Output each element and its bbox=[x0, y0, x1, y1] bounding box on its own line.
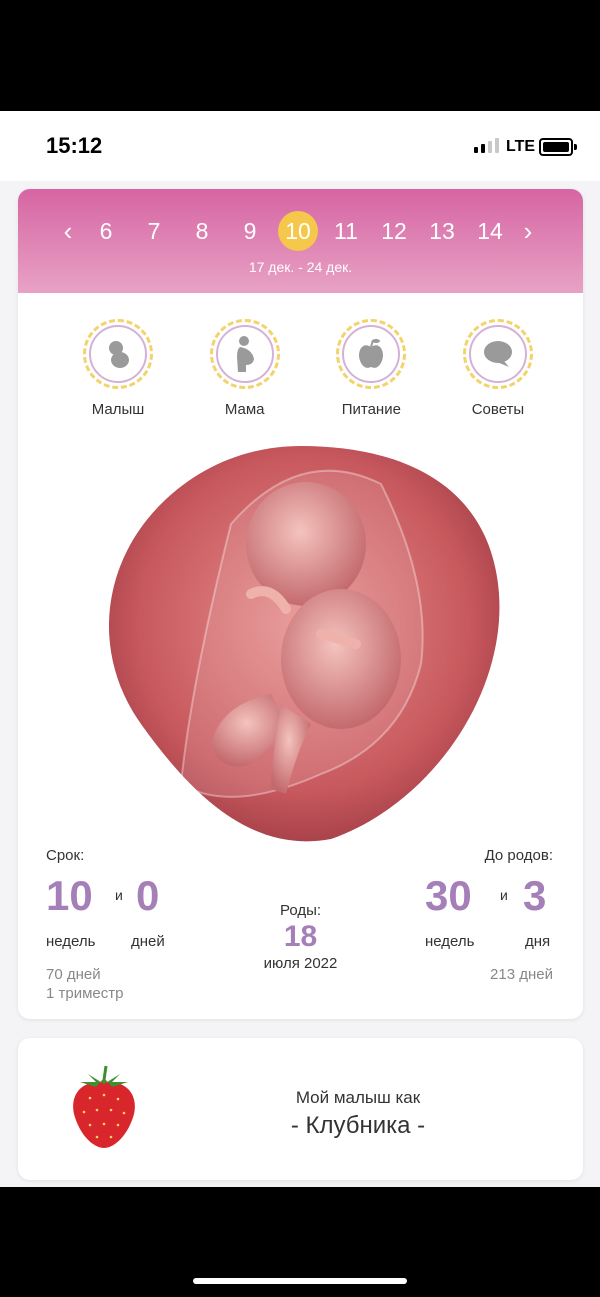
until-weeks-unit: недель bbox=[425, 933, 475, 950]
due-label: Роды: bbox=[279, 902, 322, 919]
until-days-unit: дня bbox=[525, 933, 551, 950]
category-label: Советы bbox=[471, 401, 525, 418]
week-item[interactable]: 12 bbox=[374, 211, 414, 251]
baby-icon bbox=[83, 319, 153, 389]
term-label: Срок: bbox=[46, 847, 85, 864]
until-and: и bbox=[500, 887, 508, 903]
term-weeks-unit: недель bbox=[46, 933, 96, 950]
category-baby[interactable]: Малыш bbox=[68, 319, 168, 419]
term-and: и bbox=[115, 887, 123, 903]
app-screen: 15:12 LTE ‹ 6 7 8 9 10 11 12 13 14 › 17 … bbox=[0, 111, 600, 1187]
week-item[interactable]: 7 bbox=[134, 211, 174, 251]
until-days-value: 3 bbox=[523, 872, 547, 919]
week-item[interactable]: 6 bbox=[86, 211, 126, 251]
week-selector: ‹ 6 7 8 9 10 11 12 13 14 › bbox=[58, 211, 538, 251]
category-label: Мама bbox=[224, 401, 265, 418]
status-bar: 15:12 LTE bbox=[0, 111, 600, 181]
category-row: Малыш Мама Питание Советы bbox=[68, 319, 548, 419]
network-type: LTE bbox=[506, 138, 536, 155]
due-day: 18 bbox=[283, 920, 318, 953]
week-header: ‹ 6 7 8 9 10 11 12 13 14 › 17 дек. - 24 … bbox=[18, 189, 583, 293]
speech-bubble-icon bbox=[462, 319, 533, 389]
pregnant-woman-icon bbox=[209, 319, 280, 389]
week-item[interactable]: 13 bbox=[422, 211, 462, 251]
term-days-unit: дней bbox=[131, 933, 165, 950]
week-card: ‹ 6 7 8 9 10 11 12 13 14 › 17 дек. - 24 … bbox=[18, 189, 583, 1019]
category-tips[interactable]: Советы bbox=[448, 319, 548, 419]
fruit-size-card[interactable]: Мой малыш как - Клубника - bbox=[18, 1038, 583, 1180]
week-date-range: 17 дек. - 24 дек. bbox=[248, 259, 353, 275]
apple-icon bbox=[336, 319, 407, 389]
term-weeks-value: 10 bbox=[46, 872, 93, 919]
term-trimester: 1 триместр bbox=[46, 985, 124, 1002]
category-label: Малыш bbox=[91, 401, 145, 418]
week-item[interactable]: 14 bbox=[470, 211, 510, 251]
due-month-year: июля 2022 bbox=[263, 955, 338, 972]
battery-icon bbox=[539, 138, 577, 156]
week-item[interactable]: 8 bbox=[182, 211, 222, 251]
prev-week-chevron-icon[interactable]: ‹ bbox=[58, 216, 78, 247]
week-item[interactable]: 11 bbox=[326, 211, 366, 251]
until-birth-label: До родов: bbox=[484, 847, 553, 864]
week-item[interactable]: 9 bbox=[230, 211, 270, 251]
clock: 15:12 bbox=[46, 133, 103, 158]
week-item-active[interactable]: 10 bbox=[278, 211, 318, 251]
category-nutrition[interactable]: Питание bbox=[321, 319, 421, 419]
category-mom[interactable]: Мама bbox=[195, 319, 295, 419]
until-weeks-value: 30 bbox=[425, 872, 472, 919]
term-total-days: 70 дней bbox=[46, 966, 101, 983]
fruit-name: - Клубника - bbox=[290, 1112, 426, 1139]
term-days-value: 0 bbox=[136, 872, 160, 919]
fetus-illustration bbox=[108, 446, 500, 842]
signal-icon bbox=[474, 137, 499, 153]
strawberry-icon bbox=[73, 1065, 135, 1148]
category-label: Питание bbox=[341, 401, 401, 418]
until-total-days: 213 дней bbox=[490, 966, 553, 983]
next-week-chevron-icon[interactable]: › bbox=[518, 216, 538, 247]
home-indicator[interactable] bbox=[193, 1278, 407, 1284]
fruit-caption: Мой малыш как bbox=[295, 1088, 421, 1107]
